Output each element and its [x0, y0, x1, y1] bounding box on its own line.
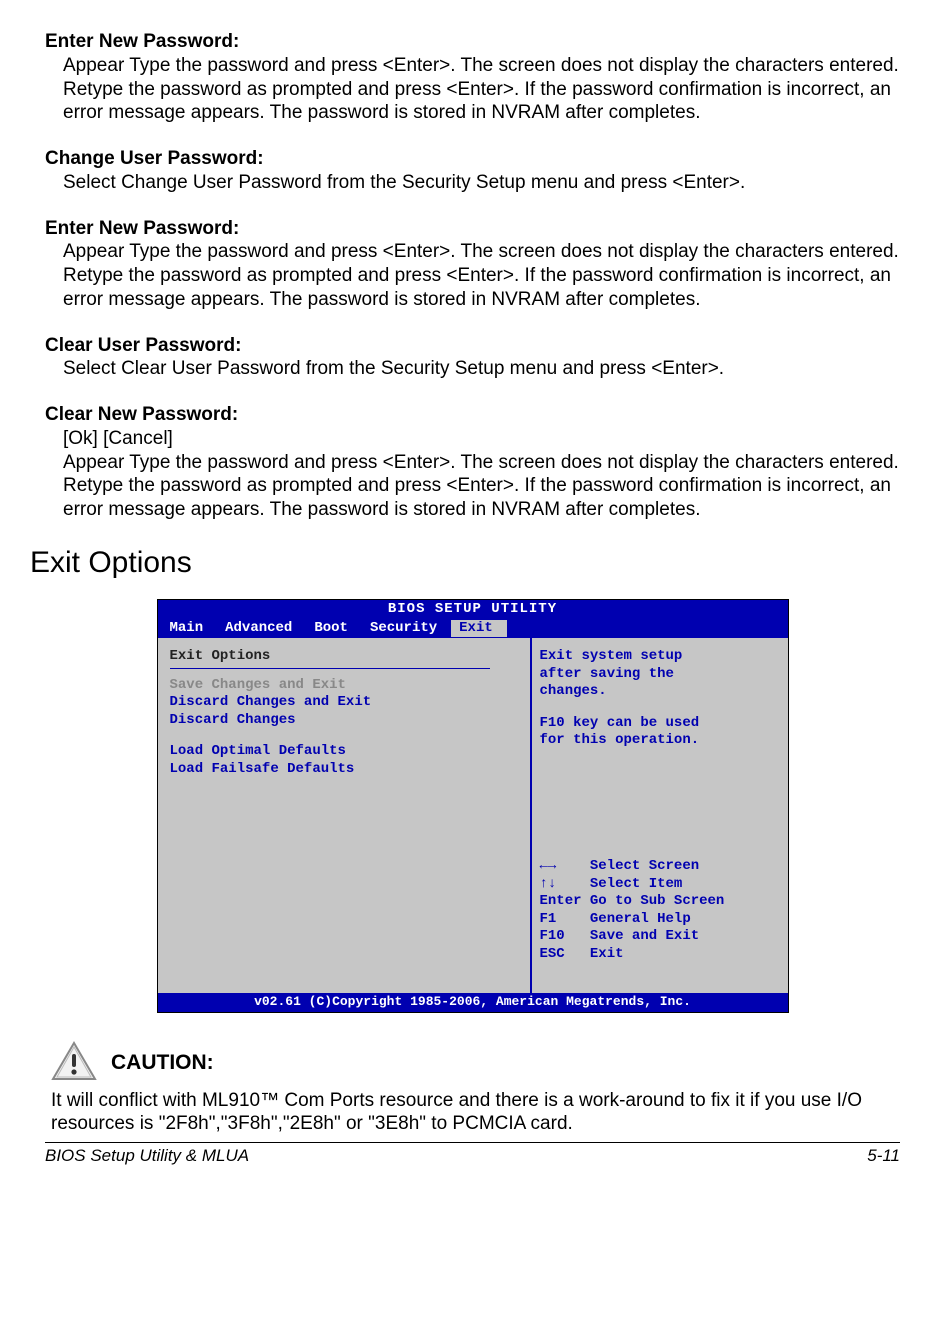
body-clear-user-password: Select Clear User Password from the Secu…	[63, 357, 900, 381]
bios-tab-advanced[interactable]: Advanced	[217, 620, 306, 638]
bios-setup-window: BIOS SETUP UTILITY Main Advanced Boot Se…	[157, 599, 789, 1012]
bios-item-discard-changes-exit[interactable]: Discard Changes and Exit	[170, 694, 518, 712]
bios-item-discard-changes[interactable]: Discard Changes	[170, 712, 518, 730]
heading-change-user-password: Change User Password:	[45, 147, 900, 171]
caution-icon	[51, 1041, 97, 1081]
caution-label: CAUTION:	[111, 1050, 214, 1080]
body-clear-new-password: [Ok] [Cancel] Appear Type the password a…	[63, 427, 900, 522]
page-heading-exit-options: Exit Options	[30, 544, 900, 582]
bios-tab-exit[interactable]: Exit	[451, 620, 507, 638]
bios-divider	[170, 668, 490, 669]
footer-left: BIOS Setup Utility & MLUA	[45, 1145, 249, 1166]
bios-item-load-failsafe-defaults[interactable]: Load Failsafe Defaults	[170, 761, 518, 779]
page-footer: BIOS Setup Utility & MLUA 5-11	[45, 1142, 900, 1166]
heading-clear-new-password: Clear New Password:	[45, 403, 900, 427]
clear-new-password-text: Appear Type the password and press <Ente…	[63, 452, 899, 521]
caution-body: It will conflict with ML910™ Com Ports r…	[51, 1089, 900, 1137]
bios-item-load-optimal-defaults[interactable]: Load Optimal Defaults	[170, 743, 518, 761]
heading-enter-new-password-2: Enter New Password:	[45, 217, 900, 241]
bios-panel-title: Exit Options	[170, 648, 518, 666]
bios-key-hints: ←→ Select Screen ↑↓ Select Item Enter Go…	[540, 858, 780, 983]
bios-tab-boot[interactable]: Boot	[306, 620, 362, 638]
bios-item-save-changes-exit[interactable]: Save Changes and Exit	[170, 677, 518, 695]
bios-left-panel: Exit Options Save Changes and Exit Disca…	[158, 638, 532, 993]
ok-cancel-text: [Ok] [Cancel]	[63, 428, 173, 449]
bios-tab-security[interactable]: Security	[362, 620, 451, 638]
heading-clear-user-password: Clear User Password:	[45, 334, 900, 358]
body-enter-new-password-2: Appear Type the password and press <Ente…	[63, 240, 900, 311]
bios-tab-main[interactable]: Main	[162, 620, 218, 638]
bios-help-text: Exit system setup after saving the chang…	[540, 648, 780, 750]
footer-right: 5-11	[867, 1145, 900, 1166]
body-enter-new-password-1: Appear Type the password and press <Ente…	[63, 54, 900, 125]
heading-enter-new-password-1: Enter New Password:	[45, 30, 900, 54]
bios-footer: v02.61 (C)Copyright 1985-2006, American …	[158, 993, 788, 1011]
body-change-user-password: Select Change User Password from the Sec…	[63, 171, 900, 195]
bios-right-panel: Exit system setup after saving the chang…	[532, 638, 788, 993]
bios-title: BIOS SETUP UTILITY	[158, 600, 788, 620]
bios-tabs: Main Advanced Boot Security Exit	[158, 620, 788, 639]
